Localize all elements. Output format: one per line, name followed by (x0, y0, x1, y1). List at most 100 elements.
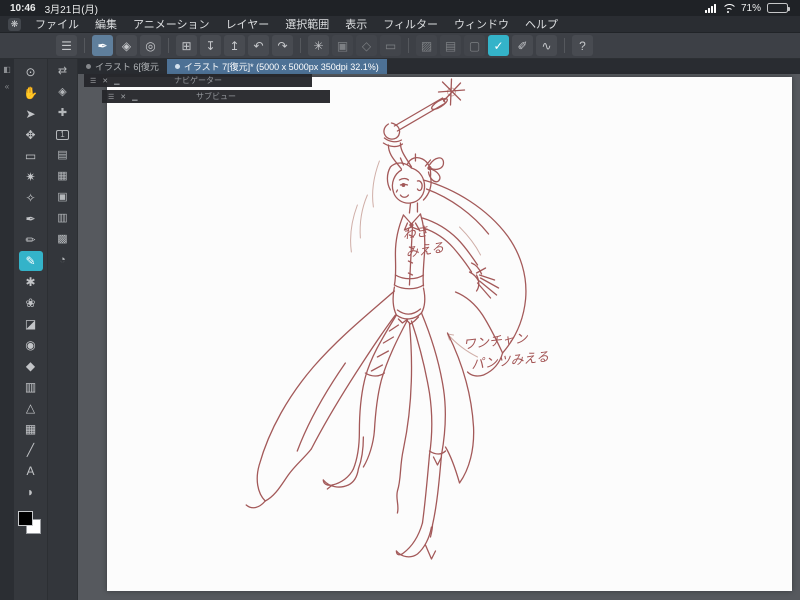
filter-spinner-icon[interactable]: ✳ (308, 35, 329, 56)
selection-tool-icon[interactable]: ▭ (19, 146, 43, 166)
eraser-tool-icon[interactable]: ◪ (19, 314, 43, 334)
crop-canvas-icon[interactable]: ▭ (380, 35, 401, 56)
clear-layer-icon[interactable]: ◇ (356, 35, 377, 56)
menu-selection[interactable]: 選択範囲 (277, 16, 337, 32)
panel-close-icon[interactable]: ✕ (102, 77, 108, 85)
transform-panel-icon[interactable]: ◈ (52, 83, 74, 102)
line-smoothing-glyph: ∿ (541, 38, 552, 53)
frame-tool-icon[interactable]: ▦ (19, 419, 43, 439)
menu-file[interactable]: ファイル (27, 16, 87, 32)
panel-minimize-icon[interactable]: ▁ (114, 77, 119, 85)
subview-panel-collapsed[interactable]: サブビュー ☰ ✕ ▁ (102, 90, 330, 103)
timelapse-panel-icon[interactable]: ◔ (52, 251, 74, 270)
operation-tool-icon[interactable]: ➤ (19, 104, 43, 124)
layer-palette-icon[interactable]: ▣ (52, 188, 74, 207)
pen-mode-icon[interactable]: ✒ (92, 35, 113, 56)
balloon-tool-icon[interactable]: ◗ (19, 482, 43, 502)
pencil-tool-glyph: ✏ (25, 233, 36, 247)
share-export-icon[interactable]: ↥ (224, 35, 245, 56)
airbrush-tool-icon[interactable]: ✱ (19, 272, 43, 292)
undo-icon[interactable]: ↶ (248, 35, 269, 56)
panel-menu-icon[interactable]: ☰ (108, 93, 114, 101)
help-icon[interactable]: ? (572, 35, 593, 56)
duplicate-icon[interactable]: ▣ (332, 35, 353, 56)
gesture-mode-icon[interactable]: ◎ (140, 35, 161, 56)
fill-tool-icon[interactable]: ◆ (19, 356, 43, 376)
move-view-tool-icon[interactable]: ✋ (19, 83, 43, 103)
crop-canvas-glyph: ▭ (384, 38, 397, 53)
collapse-strip-icon[interactable]: « (2, 81, 12, 91)
menu-window[interactable]: ウィンドウ (446, 16, 517, 32)
auto-select-tool-icon[interactable]: ✷ (19, 167, 43, 187)
move-canvas-panel-glyph: ✚ (57, 107, 68, 119)
decoration-mode-icon[interactable]: ◈ (116, 35, 137, 56)
decoration-tool-icon[interactable]: ❀ (19, 293, 43, 313)
color-set-palette-icon[interactable]: ▤ (52, 146, 74, 165)
material-palette-icon[interactable]: ▥ (52, 209, 74, 228)
eraser-tool-glyph: ◪ (24, 317, 37, 331)
collapse-strip-glyph: « (4, 81, 10, 91)
navigator-panel-collapsed[interactable]: ナビゲーター ☰ ✕ ▁ (84, 74, 312, 87)
brush-size-palette-icon[interactable]: 1 (52, 125, 74, 144)
deselect-icon[interactable]: ▢ (464, 35, 485, 56)
import-image-glyph: ↧ (205, 38, 216, 53)
figure-tool-icon[interactable]: △ (19, 398, 43, 418)
layer-move-tool-icon[interactable]: ✥ (19, 125, 43, 145)
move-canvas-panel-icon[interactable]: ✚ (52, 104, 74, 123)
redo-icon[interactable]: ↷ (272, 35, 293, 56)
palette-dock-icon[interactable]: ◧ (2, 64, 12, 74)
pen-tool-icon[interactable]: ✒ (19, 209, 43, 229)
panel-minimize-icon[interactable]: ▁ (132, 93, 137, 101)
import-image-icon[interactable]: ↧ (200, 35, 221, 56)
selection-launcher-icon[interactable]: ✓ (488, 35, 509, 56)
main-color-swatch[interactable] (18, 511, 33, 526)
tab-illust-6[interactable]: イラスト 6[復元 (78, 59, 167, 74)
workspace: ◧ « ⊙ ✋ ➤ ✥ ▭ ✷ ✧ ✒ ✏ ✎ ✱ ❀ ◪ ◉ ◆ ▥ △ ▦ ╱ A ◗ ⇄ ◈ ✚ 1 ▤ ▦ ▣ ▥ ▩ ◔ イラスト… (0, 59, 800, 600)
select-overlay-glyph: ▤ (444, 38, 457, 53)
menu-help[interactable]: ヘルプ (517, 16, 566, 32)
tool-switch-icon[interactable]: ⇄ (52, 62, 74, 81)
note-chance-line1: ワンチャン (462, 331, 529, 353)
main-menu-glyph: ☰ (61, 38, 72, 53)
select-overlay-icon[interactable]: ▤ (440, 35, 461, 56)
document-status-dot (86, 64, 91, 69)
marker-tool-icon[interactable]: ✎ (18, 251, 43, 271)
menu-filter[interactable]: フィルター (375, 16, 446, 32)
main-menu-icon[interactable]: ☰ (56, 35, 77, 56)
duplicate-glyph: ▣ (336, 38, 349, 53)
zoom-tool-icon[interactable]: ⊙ (19, 62, 43, 82)
battery-icon (767, 3, 790, 13)
pencil-tool-icon[interactable]: ✏ (19, 230, 43, 250)
new-canvas-icon[interactable]: ⊞ (176, 35, 197, 56)
menu-animation[interactable]: アニメーション (125, 16, 218, 32)
ruler-tool-icon[interactable]: ╱ (19, 440, 43, 460)
drawing-canvas[interactable]: わき みえる ワンチャン パンツみえる (107, 77, 792, 591)
eyedropper-tool-icon[interactable]: ✧ (19, 188, 43, 208)
canvas-settings-icon[interactable]: ▦ (52, 167, 74, 186)
filter-spinner-glyph: ✳ (313, 38, 324, 53)
balloon-tool-glyph: ◗ (26, 485, 35, 499)
text-tool-icon[interactable]: A (19, 461, 43, 481)
blend-tool-icon[interactable]: ◉ (19, 335, 43, 355)
text-tool-glyph: A (26, 464, 35, 478)
layer-palette-glyph: ▣ (57, 191, 68, 203)
redo-glyph: ↷ (277, 38, 288, 53)
panel-menu-icon[interactable]: ☰ (90, 77, 96, 85)
selection-launcher-glyph: ✓ (493, 38, 504, 53)
stabilization-pen-glyph: ✐ (517, 38, 528, 53)
blend-tool-glyph: ◉ (25, 338, 36, 352)
select-pen-icon[interactable]: ▨ (416, 35, 437, 56)
menu-view[interactable]: 表示 (337, 16, 375, 32)
help-glyph: ? (579, 38, 586, 53)
new-canvas-glyph: ⊞ (181, 38, 192, 53)
share-export-glyph: ↥ (229, 38, 240, 53)
menu-edit[interactable]: 編集 (87, 16, 125, 32)
tab-illust-7[interactable]: イラスト 7[復元]* (5000 x 5000px 350dpi 32.1%) (166, 59, 387, 74)
line-smoothing-icon[interactable]: ∿ (536, 35, 557, 56)
tool-switch-glyph: ⇄ (57, 65, 68, 77)
menu-layer[interactable]: レイヤー (218, 16, 278, 32)
gradient-tool-icon[interactable]: ▥ (19, 377, 43, 397)
stabilization-pen-icon[interactable]: ✐ (512, 35, 533, 56)
navigator-palette-icon[interactable]: ▩ (52, 230, 74, 249)
panel-close-icon[interactable]: ✕ (120, 93, 126, 101)
